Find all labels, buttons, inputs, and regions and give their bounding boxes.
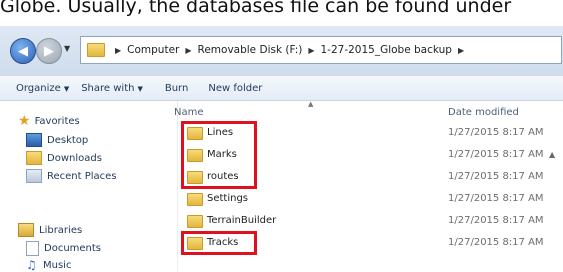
folder-icon (187, 215, 203, 228)
sidebar-item-libraries[interactable]: Libraries (18, 223, 82, 237)
file-name: TerrainBuilder (207, 215, 277, 226)
star-icon: ★ (18, 113, 31, 129)
share-with-button[interactable]: Share with ▼ (81, 83, 143, 94)
folder-icon (87, 43, 105, 57)
burn-button[interactable]: Burn (165, 83, 188, 94)
address-path[interactable]: ▶ Computer ▶ Removable Disk (F:) ▶ 1-27-… (80, 36, 562, 64)
file-row[interactable]: TerrainBuilder 1/27/2015 8:17 AM (183, 212, 553, 230)
chevron-down-icon: ▼ (137, 84, 143, 93)
file-date-modified: 1/27/2015 8:17 AM (448, 149, 544, 160)
documents-icon (26, 241, 39, 256)
file-name: Settings (207, 193, 249, 204)
breadcrumb-globe-backup[interactable]: 1-27-2015_Globe backup (320, 44, 451, 56)
forward-arrow-icon: ▶ (44, 43, 54, 59)
navigation-pane: ★ Favorites Desktop Downloads Recent Pla… (0, 101, 160, 272)
sidebar-item-label: Recent Places (47, 170, 117, 182)
new-folder-button[interactable]: New folder (208, 83, 262, 94)
share-with-label: Share with (81, 82, 135, 94)
recent-pages-dropdown[interactable]: ▼ (64, 44, 70, 53)
organize-label: Organize (16, 82, 61, 94)
chevron-right-icon[interactable]: ▶ (185, 46, 191, 55)
column-header: ▲ Name Date modified (172, 100, 563, 123)
sidebar-item-recent-places[interactable]: Recent Places (26, 169, 117, 183)
chevron-down-icon: ▼ (63, 84, 70, 93)
chevron-right-icon[interactable]: ▶ (115, 46, 121, 55)
file-date-modified: 1/27/2015 8:17 AM (448, 237, 544, 248)
sidebar-item-favorites[interactable]: ★ Favorites (18, 113, 80, 129)
highlight-box (181, 121, 257, 189)
forward-button[interactable]: ▶ (36, 38, 62, 64)
explorer-window: ◀ ▶ ▼ ▶ Computer ▶ Removable Disk (F:) ▶… (0, 26, 563, 272)
file-date-modified: 1/27/2015 8:17 AM (448, 127, 544, 138)
sidebar-item-label: Desktop (47, 134, 89, 146)
column-date-header[interactable]: Date modified (448, 107, 519, 118)
breadcrumb-computer[interactable]: Computer (127, 44, 179, 56)
highlight-box (181, 231, 257, 255)
sidebar-item-label: Favorites (34, 115, 80, 127)
sidebar-item-downloads[interactable]: Downloads (26, 151, 102, 165)
file-date-modified: 1/27/2015 8:17 AM (448, 193, 544, 204)
chevron-right-icon[interactable]: ▶ (458, 46, 464, 55)
sidebar-item-desktop[interactable]: Desktop (26, 133, 88, 147)
sort-indicator-icon: ▲ (308, 100, 314, 108)
music-icon: ♫ (26, 258, 37, 272)
folder-icon (187, 193, 203, 206)
back-button[interactable]: ◀ (10, 38, 36, 64)
downloads-icon (26, 151, 42, 165)
address-bar-area: ◀ ▶ ▼ ▶ Computer ▶ Removable Disk (F:) ▶… (0, 26, 563, 76)
sidebar-item-label: Libraries (39, 224, 83, 236)
recent-places-icon (26, 169, 42, 183)
libraries-icon (18, 223, 34, 237)
pane-divider[interactable] (177, 101, 178, 272)
sidebar-item-label: Music (43, 259, 72, 271)
column-name-header[interactable]: Name (174, 107, 204, 118)
sidebar-item-documents[interactable]: Documents (26, 241, 101, 256)
sidebar-item-music[interactable]: ♫ Music (26, 259, 71, 271)
file-date-modified: 1/27/2015 8:17 AM (448, 171, 544, 182)
breadcrumb-removable-disk[interactable]: Removable Disk (F:) (198, 44, 303, 56)
caption-text: Globe. Usually, the databases file can b… (0, 0, 512, 17)
command-bar: Organize ▼ Share with ▼ Burn New folder (0, 76, 563, 101)
back-arrow-icon: ◀ (18, 43, 28, 59)
sidebar-item-label: Downloads (47, 152, 102, 164)
sidebar-item-label: Documents (44, 243, 102, 254)
file-row[interactable]: Settings 1/27/2015 8:17 AM (183, 190, 553, 208)
chevron-right-icon[interactable]: ▶ (308, 46, 314, 55)
desktop-icon (26, 133, 42, 147)
organize-button[interactable]: Organize ▼ (16, 83, 69, 94)
file-date-modified: 1/27/2015 8:17 AM (448, 215, 544, 226)
